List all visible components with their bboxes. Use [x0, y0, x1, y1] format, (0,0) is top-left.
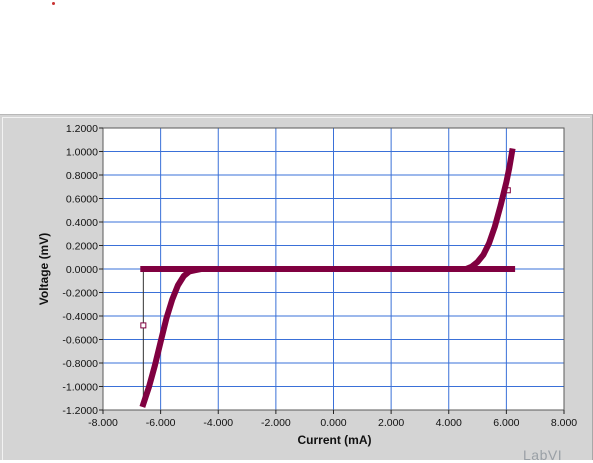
x-tick-label: 2.000 [378, 417, 404, 429]
y-tick-label: 1.2000 [66, 123, 98, 135]
cursor-marker [140, 322, 147, 329]
iv-chart: -8.000 -6.000 -4.000 -2.000 0.000 2.000 4.000 6… [37, 123, 577, 447]
x-tick-label: 6.000 [493, 417, 519, 429]
y-tick-label: -0.6000 [62, 335, 98, 347]
x-axis-label: Current (mA) [298, 433, 372, 447]
y-tick-label: -0.4000 [62, 311, 98, 323]
y-tick-label: 0.8000 [66, 170, 98, 182]
y-tick-label: 0.6000 [66, 194, 98, 206]
y-tick-label: 0.2000 [66, 241, 98, 253]
x-tick-label: 8.000 [551, 417, 577, 429]
x-tick-label: 4.000 [436, 417, 462, 429]
x-tick-label: 0.000 [320, 417, 346, 429]
y-tick-label: -1.0000 [62, 382, 98, 394]
y-axis-label: Voltage (mV) [37, 233, 51, 305]
x-tick-label: -2.000 [261, 417, 291, 429]
labview-watermark: LabVI [523, 447, 563, 463]
x-tick-label: -6.000 [146, 417, 176, 429]
y-tick-label: -1.2000 [62, 405, 98, 417]
x-tick-label: -8.000 [88, 417, 118, 429]
x-tick-label: -4.000 [203, 417, 233, 429]
y-tick-label: 1.0000 [66, 147, 98, 159]
y-tick-label: -0.8000 [62, 358, 98, 370]
y-tick-label: 0.0000 [66, 264, 98, 276]
y-tick-label: 0.4000 [66, 217, 98, 229]
y-tick-label: -0.2000 [62, 288, 98, 300]
